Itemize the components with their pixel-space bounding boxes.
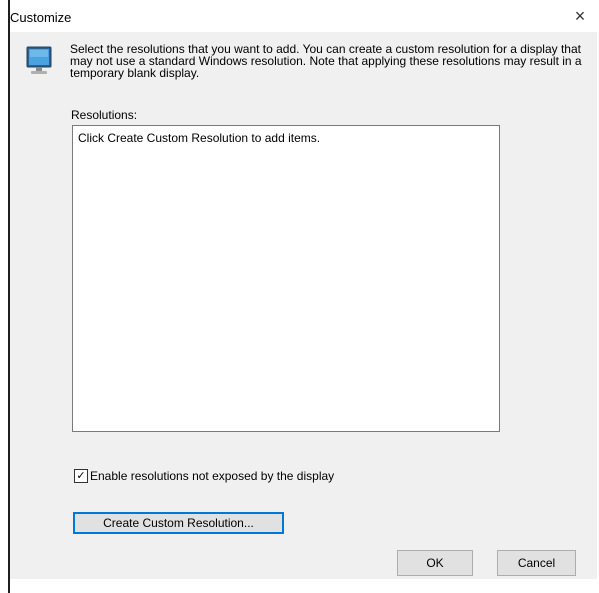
enable-unexposed-checkbox[interactable]: ✓: [74, 469, 88, 483]
dialog-bottom-strip: [10, 579, 599, 593]
customize-dialog: Customize × Select the resolutions that …: [0, 0, 599, 593]
create-custom-resolution-button[interactable]: Create Custom Resolution...: [73, 512, 284, 534]
ok-button[interactable]: OK: [397, 550, 473, 576]
enable-unexposed-option[interactable]: ✓ Enable resolutions not exposed by the …: [74, 469, 334, 483]
cancel-button[interactable]: Cancel: [497, 550, 576, 576]
resolutions-label: Resolutions:: [71, 108, 138, 122]
resolutions-list[interactable]: Click Create Custom Resolution to add it…: [72, 125, 500, 432]
enable-unexposed-label[interactable]: Enable resolutions not exposed by the di…: [90, 469, 334, 483]
checkmark-icon: ✓: [76, 469, 86, 482]
monitor-icon: [26, 46, 52, 74]
dialog-client-area: Select the resolutions that you want to …: [10, 32, 597, 579]
description-text: Select the resolutions that you want to …: [70, 42, 582, 80]
close-icon[interactable]: ×: [571, 7, 589, 25]
resolutions-list-placeholder: Click Create Custom Resolution to add it…: [78, 131, 321, 145]
dialog-title: Customize: [10, 10, 72, 25]
